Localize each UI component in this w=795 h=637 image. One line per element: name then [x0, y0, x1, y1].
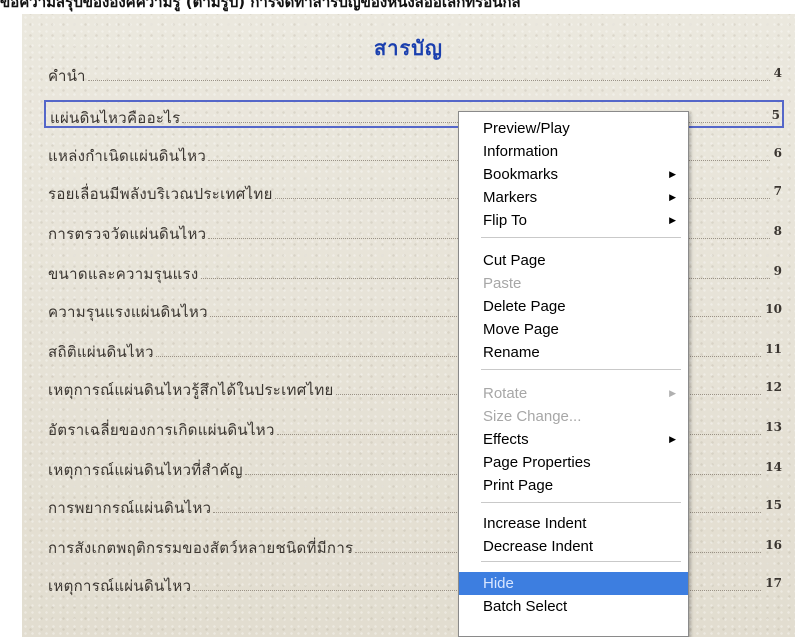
- menu-item-label: Print Page: [483, 477, 554, 494]
- menu-item-label: Cut Page: [483, 252, 546, 269]
- toc-entry-title: การสังเกตพฤติกรรมของสัตว์หลายชนิดที่มีกา…: [48, 539, 354, 557]
- menu-item-label: Hide: [483, 575, 514, 592]
- toc-entry-title: เหตุการณ์แผ่นดินไหวรู้สึกได้ในประเทศไทย: [48, 381, 334, 399]
- toc-entry-title: รอยเลื่อนมีพลังบริเวณประเทศไทย: [48, 185, 273, 203]
- menu-item-label: Delete Page: [483, 298, 566, 315]
- menu-separator: [481, 237, 681, 238]
- toc-entry-page-number: 8: [773, 224, 782, 238]
- menu-item-batch-select[interactable]: Batch Select: [459, 595, 688, 618]
- toc-entry-title: การตรวจวัดแผ่นดินไหว: [48, 225, 207, 243]
- menu-item-label: Rename: [483, 344, 540, 361]
- toc-entry-title: สถิติแผ่นดินไหว: [48, 343, 154, 361]
- toc-entry-page-number: 14: [765, 460, 782, 474]
- menu-item-label: Move Page: [483, 321, 559, 338]
- toc-entry-page-number: 12: [765, 380, 782, 394]
- menu-item-label: Information: [483, 143, 559, 160]
- menu-item-cut-page[interactable]: Cut Page: [459, 249, 688, 272]
- menu-item-hide[interactable]: Hide: [459, 572, 688, 595]
- menu-item-bookmarks[interactable]: Bookmarks ▶: [459, 163, 688, 186]
- menu-item-label: Page Properties: [483, 454, 591, 471]
- menu-item-delete-page[interactable]: Delete Page: [459, 295, 688, 318]
- toc-entry-page-number: 11: [765, 342, 782, 356]
- submenu-arrow-icon: ▶: [669, 215, 676, 225]
- toc-entry-title: แผ่นดินไหวคืออะไร: [50, 109, 181, 127]
- toc-entry-page-number: 5: [771, 108, 780, 122]
- toc-entry-page-number: 7: [773, 184, 782, 198]
- menu-item-label: Flip To: [483, 212, 527, 229]
- menu-item-page-properties[interactable]: Page Properties: [459, 451, 688, 474]
- menu-item-label: Bookmarks: [483, 166, 559, 183]
- toc-entry-title: การพยากรณ์แผ่นดินไหว: [48, 499, 212, 517]
- menu-item-decrease-indent[interactable]: Decrease Indent: [459, 535, 688, 558]
- toc-entry-title: เหตุการณ์แผ่นดินไหวที่สำคัญ: [48, 461, 243, 479]
- toc-entry-page-number: 10: [765, 302, 782, 316]
- menu-item-preview-play[interactable]: Preview/Play: [459, 117, 688, 140]
- toc-entry-page-number: 6: [773, 146, 782, 160]
- menu-item-markers[interactable]: Markers ▶: [459, 186, 688, 209]
- toc-entry-title: ขนาดและความรุนแรง: [48, 265, 199, 283]
- toc-entry-title: ความรุนแรงแผ่นดินไหว: [48, 303, 208, 321]
- toc-entry-title: อัตราเฉลี่ยของการเกิดแผ่นดินไหว: [48, 421, 275, 439]
- menu-separator: [481, 369, 681, 370]
- menu-item-label: Rotate: [483, 385, 528, 402]
- toc-entry-page-number: 4: [773, 66, 782, 80]
- submenu-arrow-icon: ▶: [669, 388, 676, 398]
- menu-item-effects[interactable]: Effects ▶: [459, 428, 688, 451]
- menu-item-label: Paste: [483, 275, 522, 292]
- menu-item-move-page[interactable]: Move Page: [459, 318, 688, 341]
- menu-item-print-page[interactable]: Print Page: [459, 474, 688, 497]
- context-menu: Preview/Play Information Bookmarks ▶ Markers…: [458, 111, 689, 637]
- menu-item-label: Batch Select: [483, 598, 568, 615]
- menu-item-rotate[interactable]: Rotate ▶: [459, 382, 688, 405]
- menu-separator: [481, 502, 681, 503]
- toc-entry-title: แหล่งกำเนิดแผ่นดินไหว: [48, 147, 207, 165]
- menu-item-information[interactable]: Information: [459, 140, 688, 163]
- menu-item-label: Size Change...: [483, 408, 582, 425]
- menu-item-flip-to[interactable]: Flip To ▶: [459, 209, 688, 232]
- toc-entry-page-number: 9: [773, 264, 782, 278]
- header-caption-text: ขอความสรุปขององค์ความรู้ (ตามรูป) การจัด…: [0, 0, 521, 11]
- submenu-arrow-icon: ▶: [669, 169, 676, 179]
- menu-separator: [481, 561, 681, 562]
- toc-entry-page-number: 16: [765, 538, 782, 552]
- menu-item-size-change[interactable]: Size Change...: [459, 405, 688, 428]
- toc-entry-page-number: 13: [765, 420, 782, 434]
- submenu-arrow-icon: ▶: [669, 192, 676, 202]
- menu-item-label: Preview/Play: [483, 120, 570, 137]
- menu-item-label: Effects: [483, 431, 529, 448]
- menu-item-paste[interactable]: Paste: [459, 272, 688, 295]
- toc-entry-title: เหตุการณ์แผ่นดินไหว: [48, 577, 192, 595]
- menu-item-label: Increase Indent: [483, 515, 587, 532]
- toc-entry-page-number: 15: [765, 498, 782, 512]
- menu-item-increase-indent[interactable]: Increase Indent: [459, 512, 688, 535]
- submenu-arrow-icon: ▶: [669, 434, 676, 444]
- toc-entry-dot-leader: [87, 80, 770, 81]
- menu-item-label: Decrease Indent: [483, 538, 594, 555]
- toc-entry[interactable]: คำนำ 4: [44, 60, 784, 88]
- menu-item-rename[interactable]: Rename: [459, 341, 688, 364]
- toc-entry-title: คำนำ: [48, 67, 86, 85]
- menu-item-label: Markers: [483, 189, 538, 206]
- toc-entry-page-number: 17: [765, 576, 782, 590]
